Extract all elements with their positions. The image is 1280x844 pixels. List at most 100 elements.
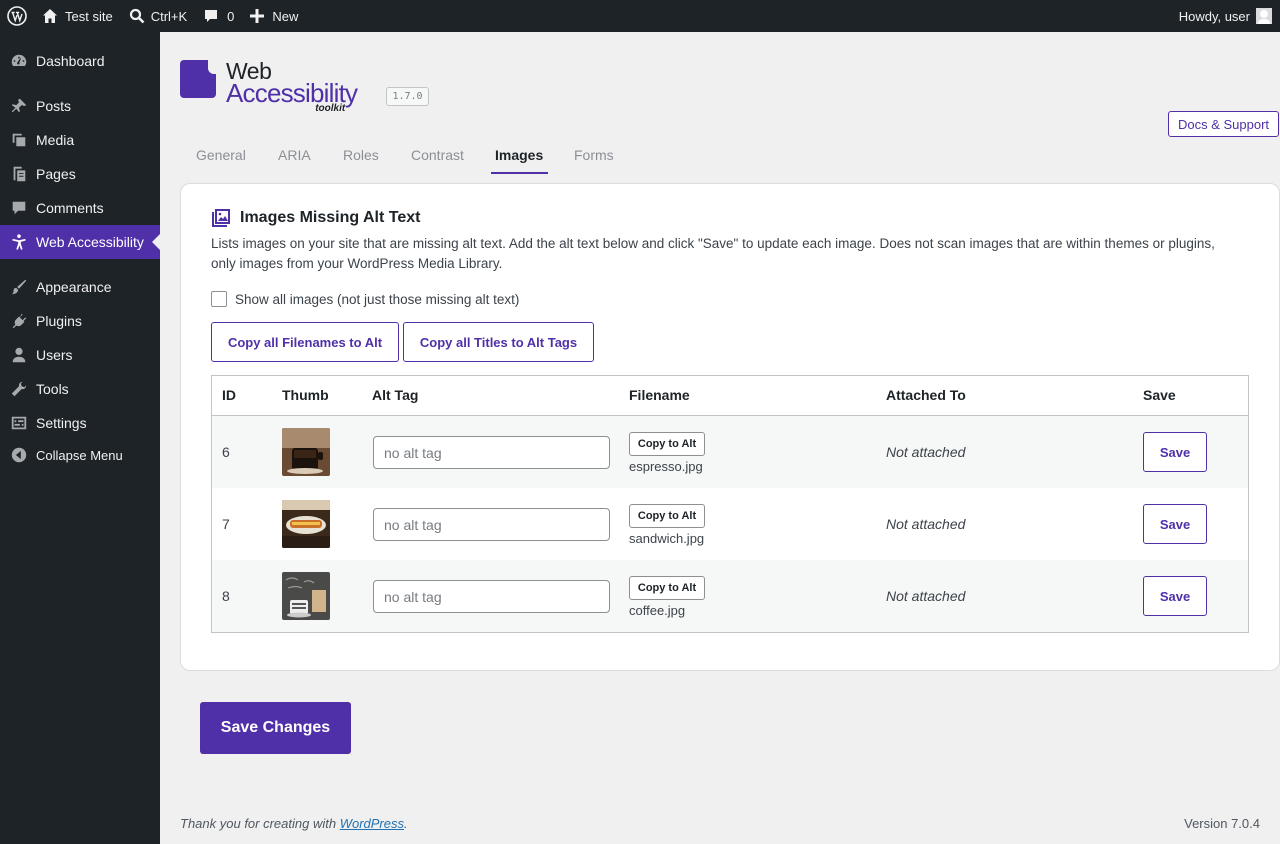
alt-tag-input[interactable]: [373, 508, 610, 541]
attached-to: Not attached: [886, 444, 966, 460]
dashboard-icon: [0, 52, 36, 70]
collapse-menu-label: Collapse Menu: [36, 447, 123, 463]
plugin-icon: [0, 312, 36, 330]
plugin-logo: Web Accessibility toolkit: [180, 60, 358, 114]
panel-description: Lists images on your site that are missi…: [211, 236, 1215, 271]
sidebar-item-pages[interactable]: Pages: [0, 157, 160, 191]
logo-line-3: toolkit: [315, 103, 346, 114]
filename: espresso.jpg: [629, 459, 703, 474]
show-all-images-row: Show all images (not just those missing …: [211, 291, 519, 307]
footer-version: Version 7.0.4: [1184, 816, 1260, 831]
save-row-button[interactable]: Save: [1143, 576, 1207, 616]
thumbnail-sandwich: [282, 500, 330, 548]
header-save: Save: [1143, 387, 1176, 403]
filename: coffee.jpg: [629, 603, 686, 618]
user-icon: [0, 346, 36, 364]
command-palette-link[interactable]: Ctrl+K: [121, 0, 195, 32]
site-name-label: Test site: [65, 8, 113, 24]
tab-general[interactable]: General: [196, 140, 278, 174]
images-panel: Images Missing Alt Text Lists images on …: [180, 183, 1280, 671]
comment-icon: [203, 8, 219, 24]
header-attached-to: Attached To: [886, 387, 966, 403]
show-all-images-checkbox[interactable]: [211, 291, 227, 307]
sidebar-item-media[interactable]: Media: [0, 123, 160, 157]
sidebar-item-label: Users: [36, 347, 73, 363]
alt-tag-input[interactable]: [373, 580, 610, 613]
comments-link[interactable]: 0: [195, 0, 242, 32]
sidebar-item-label: Posts: [36, 98, 72, 114]
attached-to: Not attached: [886, 588, 966, 604]
search-icon: [129, 8, 145, 24]
new-label: New: [272, 8, 299, 24]
copy-to-alt-button[interactable]: Copy to Alt: [629, 504, 705, 528]
sidebar-item-web-accessibility[interactable]: Web Accessibility: [0, 225, 160, 259]
tab-forms[interactable]: Forms: [574, 140, 624, 174]
copy-all-filenames-button[interactable]: Copy all Filenames to Alt: [211, 322, 399, 362]
row-id: 8: [222, 588, 230, 604]
sidebar-item-label: Dashboard: [36, 53, 105, 69]
tab-roles[interactable]: Roles: [343, 140, 411, 174]
sidebar-item-comments[interactable]: Comments: [0, 191, 160, 225]
copy-all-titles-button[interactable]: Copy all Titles to Alt Tags: [403, 322, 594, 362]
tab-contrast[interactable]: Contrast: [411, 140, 495, 174]
sidebar-item-dashboard[interactable]: Dashboard: [0, 44, 160, 78]
copy-to-alt-button[interactable]: Copy to Alt: [629, 576, 705, 600]
logo-wordmark: Web Accessibility toolkit: [226, 60, 358, 114]
sidebar-item-tools[interactable]: Tools: [0, 372, 160, 406]
settings-icon: [0, 414, 36, 432]
copy-to-alt-button[interactable]: Copy to Alt: [629, 432, 705, 456]
sidebar-item-users[interactable]: Users: [0, 338, 160, 372]
sidebar-item-label: Settings: [36, 415, 87, 431]
sidebar-item-plugins[interactable]: Plugins: [0, 304, 160, 338]
sidebar-item-posts[interactable]: Posts: [0, 89, 160, 123]
docs-support-button[interactable]: Docs & Support: [1168, 111, 1279, 137]
sidebar-item-label: Comments: [36, 200, 104, 216]
filename: sandwich.jpg: [629, 531, 705, 546]
brush-icon: [0, 278, 36, 296]
table-row: 8 Copy to Alt coffee.jpg Not attached Sa…: [212, 560, 1248, 632]
table-row: 6 Copy to Alt espresso.jpg Not attached …: [212, 416, 1248, 488]
save-changes-button[interactable]: Save Changes: [200, 702, 351, 754]
version-badge: 1.7.0: [386, 87, 429, 106]
tab-images[interactable]: Images: [491, 140, 548, 174]
thumbnail-espresso: [282, 428, 330, 476]
header-thumb: Thumb: [282, 387, 329, 403]
sidebar-item-label: Media: [36, 132, 75, 148]
comment-icon: [0, 199, 36, 217]
tab-aria[interactable]: ARIA: [278, 140, 343, 174]
settings-tabs: General ARIA Roles Contrast Images Forms: [196, 140, 624, 174]
site-name-link[interactable]: Test site: [34, 0, 121, 32]
header-id: ID: [222, 387, 236, 403]
attached-to: Not attached: [886, 516, 966, 532]
sidebar-item-label: Pages: [36, 166, 76, 182]
alt-tag-input[interactable]: [373, 436, 610, 469]
wordpress-link[interactable]: WordPress: [340, 816, 404, 831]
collapse-menu-button[interactable]: Collapse Menu: [0, 438, 160, 472]
accessibility-icon: [0, 233, 36, 251]
save-row-button[interactable]: Save: [1143, 432, 1207, 472]
panel-title-text: Images Missing Alt Text: [240, 209, 421, 226]
save-row-button[interactable]: Save: [1143, 504, 1207, 544]
logo-line-2: Accessibility: [226, 78, 358, 108]
sidebar-item-appearance[interactable]: Appearance: [0, 270, 160, 304]
new-content-link[interactable]: New: [242, 0, 306, 32]
search-shortcut-label: Ctrl+K: [150, 8, 188, 24]
my-account-link[interactable]: Howdy, user: [1179, 8, 1280, 24]
sidebar-item-label: Appearance: [36, 279, 112, 295]
row-id: 6: [222, 444, 230, 460]
avatar: [1256, 8, 1272, 24]
header-filename: Filename: [629, 387, 690, 403]
main-content: Web Accessibility toolkit 1.7.0 Docs & S…: [160, 32, 1280, 844]
footer-thanks-prefix: Thank you for creating with: [180, 816, 340, 831]
footer-thanks-suffix: .: [404, 816, 408, 831]
images-table: ID Thumb Alt Tag Filename Attached To Sa…: [211, 375, 1249, 633]
show-all-images-label[interactable]: Show all images (not just those missing …: [235, 292, 519, 307]
sidebar-item-label: Tools: [36, 381, 69, 397]
sidebar-item-settings[interactable]: Settings: [0, 406, 160, 440]
wordpress-logo-icon[interactable]: [0, 0, 34, 32]
header-alt-tag: Alt Tag: [372, 387, 419, 403]
plus-icon: [250, 9, 265, 23]
panel-title: Images Missing Alt Text: [211, 208, 420, 228]
table-header: ID Thumb Alt Tag Filename Attached To Sa…: [212, 376, 1248, 416]
comments-count: 0: [227, 8, 235, 24]
